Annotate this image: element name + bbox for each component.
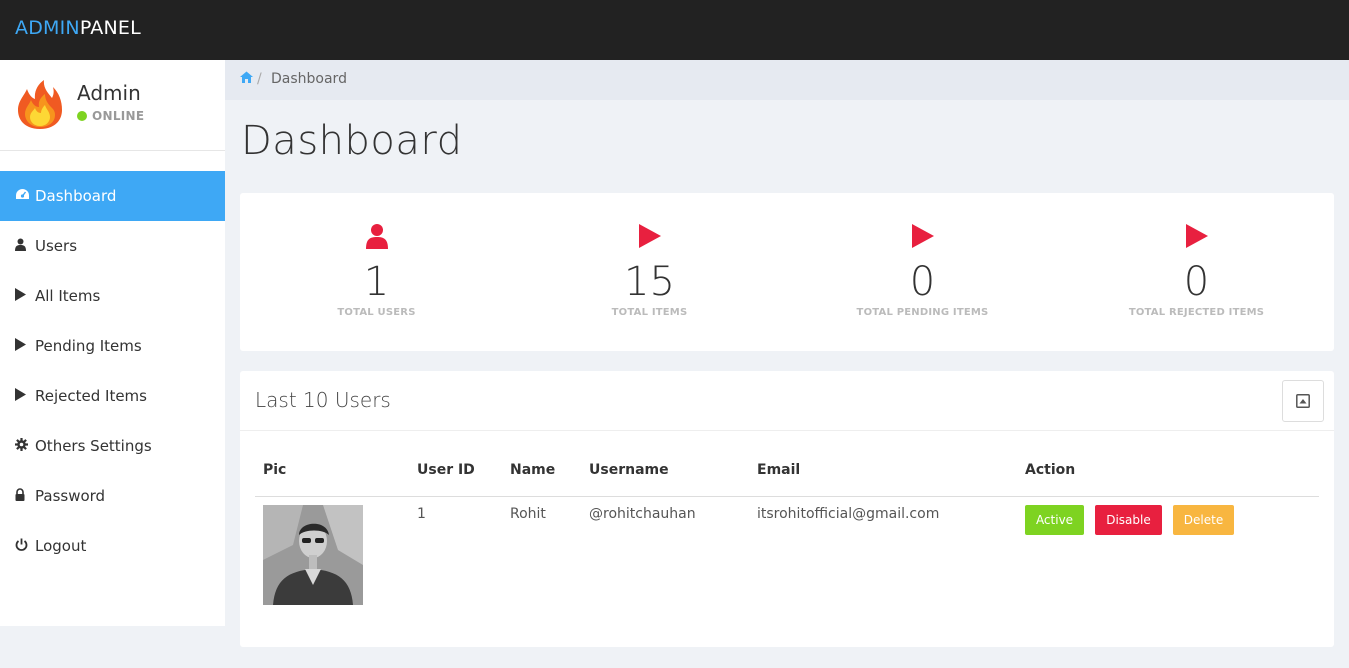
column-header-action: Action [1025, 462, 1076, 478]
collapse-icon [1296, 394, 1310, 408]
stat-label: TOTAL REJECTED ITEMS [1128, 307, 1265, 318]
stat-total-users: 1 TOTAL USERS [240, 193, 513, 351]
last-users-panel: Last 10 Users Pic User ID Name Username … [240, 371, 1334, 647]
brand-part-admin: ADMIN [15, 17, 80, 39]
sidebar-item-label: Users [35, 237, 78, 255]
delete-user-button[interactable]: Delete [1173, 505, 1234, 535]
breadcrumb-current: Dashboard [271, 71, 347, 87]
profile-status-text: ONLINE [92, 109, 145, 123]
play-icon [15, 273, 35, 323]
column-header-name: Name [510, 462, 556, 478]
sidebar-item-label: Logout [35, 537, 87, 555]
stat-label: TOTAL USERS [337, 307, 416, 318]
profile-status: ONLINE [77, 109, 144, 123]
stat-value: 0 [909, 259, 936, 305]
cell-email: itsrohitofficial@gmail.com [757, 506, 940, 522]
column-header-user-id: User ID [417, 462, 475, 478]
stat-label: TOTAL PENDING ITEMS [856, 307, 989, 318]
sidebar-item-label: Dashboard [35, 187, 117, 205]
play-icon [1060, 223, 1333, 251]
sidebar-nav: Dashboard Users All Items Pending Items … [0, 171, 225, 571]
panel-title: Last 10 Users [255, 388, 391, 412]
home-icon[interactable] [240, 71, 253, 87]
play-icon [15, 373, 35, 423]
sidebar-item-users[interactable]: Users [0, 221, 225, 271]
activate-user-button[interactable]: Active [1025, 505, 1084, 535]
sidebar-item-dashboard[interactable]: Dashboard [0, 171, 225, 221]
play-icon [513, 223, 786, 251]
play-icon [15, 323, 35, 373]
sidebar-item-all-items[interactable]: All Items [0, 271, 225, 321]
page-title: Dashboard [241, 118, 463, 164]
column-header-pic: Pic [263, 462, 287, 478]
stats-card: 1 TOTAL USERS 15 TOTAL ITEMS 0 TOTAL PEN… [240, 193, 1334, 351]
disable-user-button[interactable]: Disable [1095, 505, 1162, 535]
stat-label: TOTAL ITEMS [611, 307, 688, 318]
sidebar-item-label: All Items [35, 287, 101, 305]
sidebar-item-label: Pending Items [35, 337, 142, 355]
stat-total-rejected-items: 0 TOTAL REJECTED ITEMS [1060, 193, 1333, 351]
column-header-username: Username [589, 462, 669, 478]
dashboard-icon [15, 173, 35, 223]
cell-user-id: 1 [417, 506, 426, 522]
cell-username: @rohitchauhan [589, 506, 696, 522]
sidebar-item-label: Rejected Items [35, 387, 147, 405]
breadcrumb: / Dashboard [225, 60, 1349, 100]
sidebar: Admin ONLINE Dashboard Users All Items P… [0, 60, 225, 626]
table-header-divider [255, 496, 1319, 497]
power-icon [15, 523, 35, 573]
stat-value: 0 [1183, 259, 1210, 305]
brand-logo[interactable]: ADMINPANEL [15, 17, 141, 39]
play-icon [786, 223, 1059, 251]
user-icon [15, 223, 35, 273]
sidebar-item-others-settings[interactable]: Others Settings [0, 421, 225, 471]
brand-part-panel: PANEL [79, 17, 141, 39]
gear-icon [15, 423, 35, 473]
column-header-email: Email [757, 462, 801, 478]
panel-header: Last 10 Users [240, 371, 1334, 431]
user-icon [240, 223, 513, 251]
breadcrumb-separator: / [257, 71, 262, 87]
stat-total-items: 15 TOTAL ITEMS [513, 193, 786, 351]
stat-value: 1 [363, 259, 390, 305]
sidebar-item-password[interactable]: Password [0, 471, 225, 521]
cell-name: Rohit [510, 506, 546, 522]
sidebar-profile: Admin ONLINE [0, 60, 225, 151]
sidebar-item-label: Password [35, 487, 106, 505]
sidebar-item-label: Others Settings [35, 437, 152, 455]
stat-value: 15 [624, 259, 675, 305]
collapse-panel-button[interactable] [1282, 380, 1324, 422]
top-navbar: ADMINPANEL [0, 0, 1349, 60]
user-avatar-photo [263, 505, 363, 605]
stat-total-pending-items: 0 TOTAL PENDING ITEMS [786, 193, 1059, 351]
sidebar-item-pending-items[interactable]: Pending Items [0, 321, 225, 371]
profile-name: Admin [77, 81, 141, 105]
sidebar-item-logout[interactable]: Logout [0, 521, 225, 571]
online-dot-icon [77, 111, 87, 121]
flame-icon [18, 80, 62, 129]
lock-icon [15, 473, 35, 523]
sidebar-item-rejected-items[interactable]: Rejected Items [0, 371, 225, 421]
